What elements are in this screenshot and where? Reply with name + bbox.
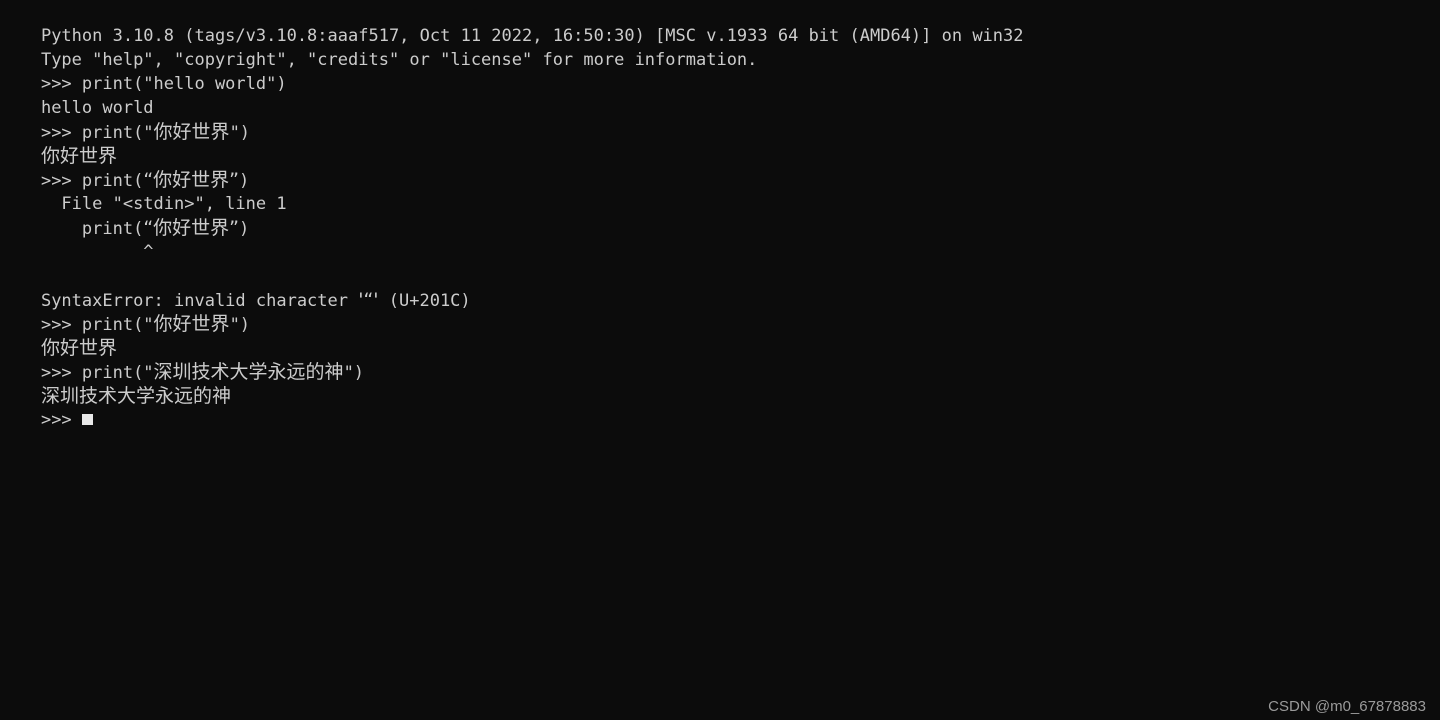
terminal-line-traceback-source: print(“你好世界”) <box>0 192 1440 239</box>
terminal-line-banner-version: Python 3.10.8 (tags/v3.10.8:aaaf517, Oct… <box>0 0 1440 46</box>
traceback-source-close-quote: ” <box>229 217 240 239</box>
terminal-screen[interactable]: Python 3.10.8 (tags/v3.10.8:aaaf517, Oct… <box>0 0 1440 720</box>
traceback-source-cjk: 你好世界 <box>153 217 230 239</box>
terminal-line-output-sztu: 深圳技术大学永远的神 <box>0 360 1440 407</box>
terminal-line-traceback-file: File "<stdin>", line 1 <box>0 168 1440 214</box>
traceback-source-suffix: ) <box>239 219 250 239</box>
terminal-line-output-hello-world: hello world <box>0 72 1440 118</box>
active-prompt-text: >>> <box>40 410 72 430</box>
terminal-line-output-nihao-2: 你好世界 <box>0 312 1440 359</box>
text-cursor <box>81 414 93 425</box>
terminal-line-syntax-error: SyntaxError: invalid character '“' (U+20… <box>0 264 1440 311</box>
terminal-line-input-nihao-ascii-2: >>> print("你好世界") <box>0 288 1440 335</box>
syntax-error-caret-icon: ^ <box>40 242 154 262</box>
traceback-source-open-quote: “ <box>143 217 154 239</box>
traceback-source-prefix: print( <box>40 219 144 239</box>
csdn-watermark: CSDN @m0_67878883 <box>1268 698 1426 715</box>
terminal-line-input-sztu: >>> print("深圳技术大学永远的神") <box>0 336 1440 383</box>
terminal-line-banner-help: Type "help", "copyright", "credits" or "… <box>0 24 1440 70</box>
terminal-line-input-nihao-smartquote: >>> print(“你好世界”) <box>0 144 1440 191</box>
terminal-line-output-nihao-1: 你好世界 <box>0 120 1440 167</box>
terminal-line-input-nihao-ascii: >>> print("你好世界") <box>0 96 1440 143</box>
terminal-line-input-hello-world: >>> print("hello world") <box>0 48 1440 94</box>
terminal-line-active-prompt[interactable]: >>> <box>0 384 1440 430</box>
